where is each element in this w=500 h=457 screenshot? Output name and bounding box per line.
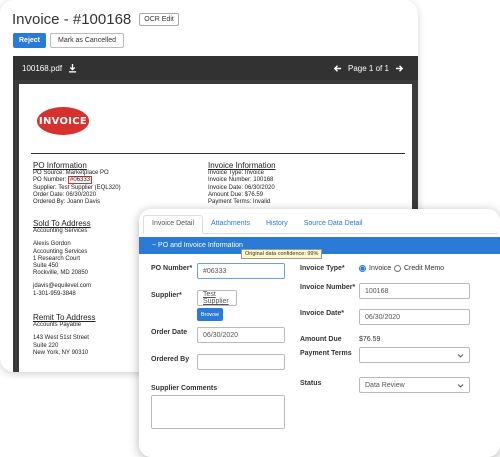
po-ordered-by: Ordered By: Joann Davis	[33, 199, 101, 206]
invoice-date-label: Invoice Date*	[300, 310, 344, 317]
download-icon[interactable]	[68, 63, 77, 73]
invoice-number-line: Invoice Number: 100168	[208, 177, 274, 184]
ocr-edit-button[interactable]: OCR Edit	[139, 12, 179, 26]
invoice-information-block: Invoice Information Invoice Type: Invoic…	[208, 161, 276, 206]
invoice-type-option-credit-memo: Credit Memo	[404, 265, 445, 272]
invoice-type-line: Invoice Type: Invoice	[208, 170, 264, 177]
tab-attachments[interactable]: Attachments	[203, 214, 258, 233]
page-indicator: Page 1 of 1	[348, 63, 389, 73]
payment-terms-label: Payment Terms	[300, 350, 352, 357]
supplier-comments-textarea[interactable]	[151, 395, 285, 429]
supplier-label: Supplier*	[151, 292, 182, 299]
reject-button[interactable]: Reject	[13, 33, 47, 48]
pdf-pager: Page 1 of 1	[333, 56, 404, 80]
status-select[interactable]: Data Review	[359, 377, 470, 393]
po-supplier: Supplier: Test Supplier (EQL320)	[33, 184, 121, 191]
status-value: Data Review	[365, 381, 405, 389]
invoice-date-line: Invoice Date: 06/30/2020	[208, 184, 275, 191]
address-line: New York, NY 90310	[33, 349, 89, 356]
address-line: Suite 450	[33, 263, 59, 270]
address-line: Accounting Services	[33, 228, 88, 235]
pdf-toolbar: 100168.pdf Page 1 of 1	[13, 56, 418, 80]
remit-to-heading: Remit To Address	[33, 313, 96, 322]
payment-terms-line: Payment Terms: Invalid	[208, 199, 271, 206]
po-order-date: Order Date: 06/30/2020	[33, 191, 97, 198]
invoice-type-label: Invoice Type*	[300, 265, 345, 272]
address-line: Alexis Gordon	[33, 241, 71, 248]
address-line: Suite 220	[33, 342, 59, 349]
po-number-label: PO Number*	[151, 265, 193, 272]
address-line: 1-301-959-3848	[33, 290, 76, 297]
supplier-input[interactable]: Test Supplier	[197, 290, 237, 306]
tab-history[interactable]: History	[258, 214, 296, 233]
status-label: Status	[300, 380, 322, 387]
address-line: Rockville, MD 20850	[33, 270, 89, 277]
sold-to-block: Sold To Address Accounting Services Alex…	[33, 219, 92, 298]
payment-terms-select[interactable]	[359, 347, 470, 363]
remit-to-block: Remit To Address Accounts Payable 143 We…	[33, 313, 96, 357]
invoice-header: Invoice - #100168 OCR Edit	[12, 8, 179, 30]
invoice-detail-panel: Invoice Detail Attachments History Sourc…	[139, 209, 500, 457]
invoice-information-heading: Invoice Information	[208, 161, 276, 170]
invoice-type-radio-invoice[interactable]	[359, 265, 366, 272]
amount-due-label: Amount Due	[300, 336, 342, 343]
po-number-label: PO Number:	[33, 177, 69, 184]
amount-due-value: $76.59	[359, 336, 381, 343]
sold-to-heading: Sold To Address	[33, 219, 91, 228]
chevron-down-icon	[457, 354, 464, 358]
address-line: 143 West 51st Street	[33, 335, 89, 342]
confidence-tooltip: Original data confidence: 99%	[241, 249, 323, 259]
arrow-right-icon[interactable]	[395, 64, 404, 73]
supplier-comments-label: Supplier Comments	[151, 385, 218, 392]
invoice-logo: INVOICE	[37, 107, 89, 135]
tab-source-data-detail[interactable]: Source Data Detail	[296, 214, 371, 233]
mark-as-cancelled-button[interactable]: Mark as Cancelled	[50, 33, 124, 48]
order-date-label: Order Date	[151, 329, 188, 336]
chevron-down-icon	[457, 384, 464, 388]
detail-tabs: Invoice Detail Attachments History Sourc…	[143, 209, 498, 234]
browse-button[interactable]: Browse	[197, 308, 223, 321]
address-line: jdavis@equilevel.com	[33, 283, 92, 290]
ordered-by-input[interactable]	[197, 354, 285, 370]
po-number-input[interactable]: #06333	[197, 263, 285, 279]
invoice-date-input[interactable]: 06/30/2020	[359, 309, 470, 325]
address-line: Accounting Services	[33, 248, 88, 255]
ordered-by-label: Ordered By	[151, 356, 190, 363]
action-toolbar: Reject Mark as Cancelled	[13, 33, 124, 48]
po-information-heading: PO Information	[33, 161, 87, 170]
arrow-left-icon[interactable]	[333, 64, 342, 73]
invoice-number-input[interactable]: 100168	[359, 283, 470, 299]
invoice-type-option-invoice: Invoice	[369, 265, 392, 272]
address-line: Accounts Payable	[33, 322, 82, 329]
divider	[31, 153, 405, 154]
amount-due-line: Amount Due: $76.59	[208, 191, 264, 198]
order-date-input[interactable]: 06/30/2020	[197, 327, 285, 343]
address-line: 1 Research Court	[33, 255, 81, 262]
tab-invoice-detail[interactable]: Invoice Detail	[143, 215, 204, 234]
pdf-filename: 100168.pdf	[22, 63, 63, 73]
po-information-block: PO Information PO Source: Marketplace PO…	[33, 161, 121, 206]
invoice-number-label: Invoice Number*	[300, 284, 356, 291]
po-number-highlight: #06333	[68, 176, 93, 185]
invoice-type-radio-credit-memo[interactable]	[394, 265, 401, 272]
po-number-line: PO Number: #06333	[33, 176, 121, 185]
page-title: Invoice - #100168	[12, 10, 132, 28]
